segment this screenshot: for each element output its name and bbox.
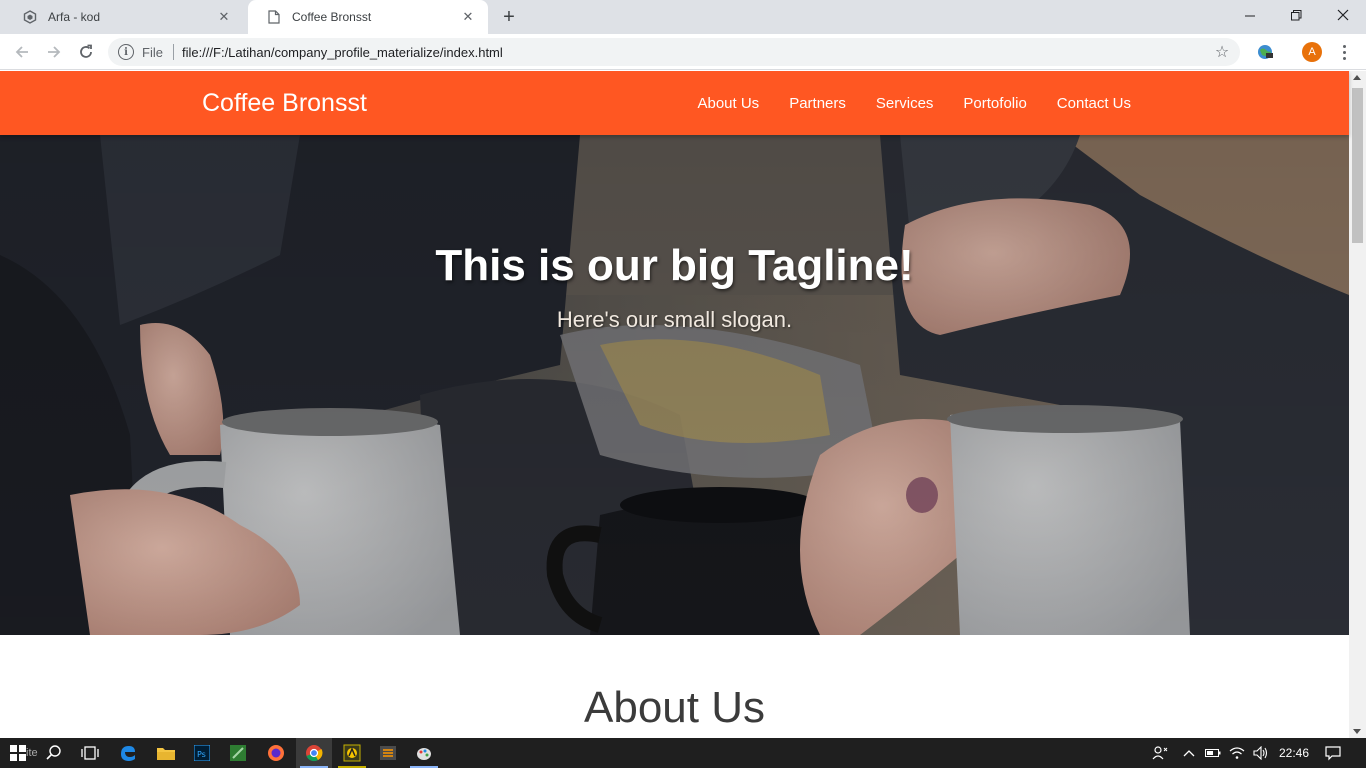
address-bar[interactable]: i File file:///F:/Latihan/company_profil… — [108, 38, 1240, 66]
tab-arfa-kod[interactable]: Arfa - kod ✕ — [4, 0, 244, 34]
close-icon[interactable]: ✕ — [216, 9, 232, 25]
edge-icon[interactable] — [110, 738, 146, 768]
brand-logo[interactable]: Coffee Bronsst — [202, 89, 367, 118]
nav-link-partners[interactable]: Partners — [774, 95, 861, 112]
windows-taskbar: ite Ps 22:46 — [0, 738, 1366, 768]
app-icon[interactable] — [334, 738, 370, 768]
file-explorer-icon[interactable] — [148, 738, 184, 768]
chevron-up-icon[interactable] — [1178, 738, 1200, 768]
screen: Arfa - kod ✕ Coffee Bronsst ✕ + i File f… — [0, 0, 1366, 768]
nav-link-about-us[interactable]: About Us — [682, 95, 774, 112]
task-view-icon[interactable] — [72, 738, 108, 768]
scroll-down-arrow-icon[interactable] — [1353, 729, 1361, 734]
volume-icon[interactable] — [1250, 738, 1272, 768]
back-arrow-icon[interactable] — [10, 40, 34, 64]
wifi-icon[interactable] — [1226, 738, 1248, 768]
bookmark-star-icon[interactable]: ☆ — [1212, 42, 1232, 62]
web-page: Coffee Bronsst About Us Partners Service… — [0, 71, 1349, 738]
reload-icon[interactable] — [74, 40, 98, 64]
menu-kebab-icon[interactable] — [1334, 42, 1354, 62]
profile-avatar[interactable]: A — [1302, 42, 1322, 62]
coreldraw-icon[interactable] — [220, 738, 256, 768]
browser-toolbar: i File file:///F:/Latihan/company_profil… — [0, 34, 1366, 70]
minimize-icon[interactable] — [1227, 0, 1273, 30]
forward-arrow-icon[interactable] — [42, 40, 66, 64]
tab-strip: Arfa - kod ✕ Coffee Bronsst ✕ + — [0, 0, 1366, 34]
people-icon[interactable] — [1148, 738, 1172, 768]
tab-title: Arfa - kod — [48, 10, 101, 24]
nav-link-services[interactable]: Services — [861, 95, 949, 112]
hero-coffee-image — [0, 135, 1349, 635]
notification-icon[interactable] — [1320, 738, 1346, 768]
info-icon[interactable]: i — [118, 44, 134, 60]
extension-globe-icon[interactable] — [1255, 42, 1275, 62]
url-text[interactable]: file:///F:/Latihan/company_profile_mater… — [182, 45, 1212, 60]
paint-icon[interactable] — [406, 738, 442, 768]
nav-link-portofolio[interactable]: Portofolio — [948, 95, 1041, 112]
svg-text:Ps: Ps — [197, 750, 206, 759]
start-icon[interactable] — [0, 738, 36, 768]
battery-icon[interactable] — [1202, 738, 1224, 768]
hexagon-icon — [22, 9, 38, 25]
scroll-up-arrow-icon[interactable] — [1353, 75, 1361, 80]
document-icon — [266, 9, 282, 25]
chrome-icon[interactable] — [296, 738, 332, 768]
hero-slogan: Here's our small slogan. — [556, 307, 793, 332]
hero-tagline: This is our big Tagline! — [435, 241, 914, 290]
scrollbar-thumb[interactable] — [1352, 88, 1363, 243]
about-us-heading: About Us — [584, 683, 765, 732]
restore-icon[interactable] — [1273, 0, 1319, 30]
page-viewport: Coffee Bronsst About Us Partners Service… — [0, 71, 1366, 738]
page-scrollbar[interactable] — [1349, 71, 1366, 738]
nav-menu: About Us Partners Services Portofolio Co… — [682, 71, 1146, 135]
divider — [172, 44, 174, 60]
tab-coffee-bronsst[interactable]: Coffee Bronsst ✕ — [248, 0, 488, 34]
sublime-icon[interactable] — [370, 738, 406, 768]
url-scheme: File — [142, 44, 163, 60]
close-icon[interactable]: ✕ — [460, 9, 476, 25]
photoshop-icon[interactable]: Ps — [184, 738, 220, 768]
clock[interactable]: 22:46 — [1274, 738, 1314, 768]
site-navbar: Coffee Bronsst About Us Partners Service… — [0, 71, 1349, 135]
nav-link-contact-us[interactable]: Contact Us — [1042, 95, 1146, 112]
search-icon[interactable] — [36, 738, 72, 768]
hero-parallax: This is our big Tagline! Here's our smal… — [0, 135, 1349, 635]
firefox-icon[interactable] — [258, 738, 294, 768]
window-close-icon[interactable] — [1320, 0, 1366, 30]
new-tab-button[interactable]: + — [498, 6, 520, 28]
tab-title: Coffee Bronsst — [292, 10, 372, 24]
